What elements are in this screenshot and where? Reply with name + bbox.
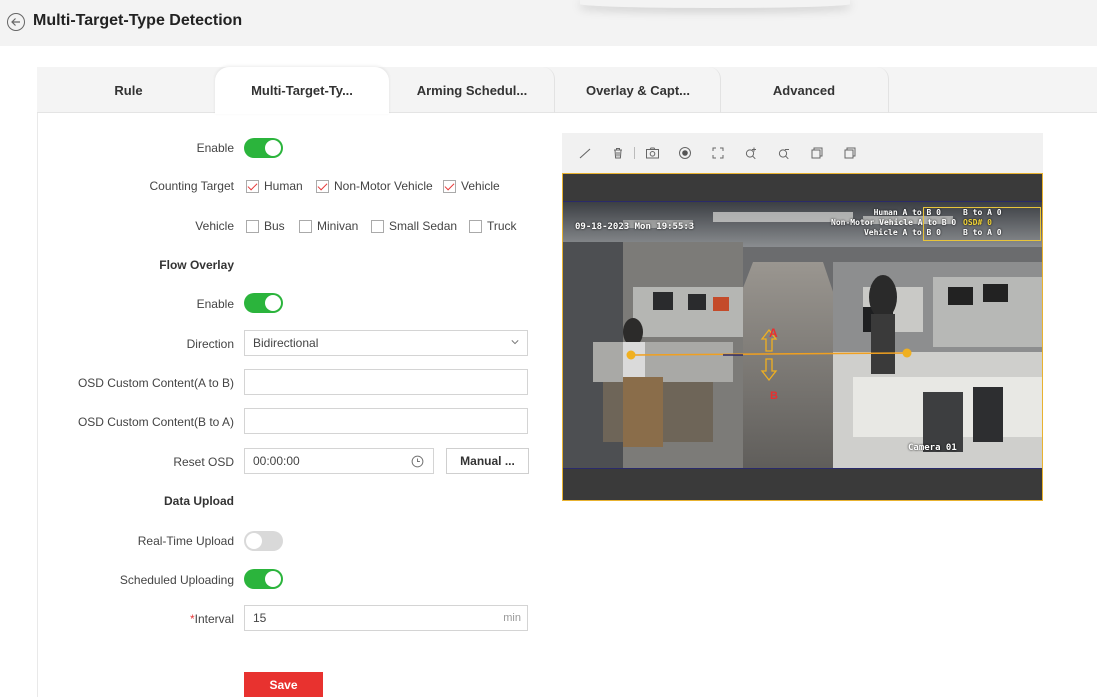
- switch-knob: [246, 533, 262, 549]
- direction-arrow-down: [760, 358, 778, 382]
- tab-multi-target-type[interactable]: Multi-Target-Ty...: [215, 67, 389, 114]
- interval-input[interactable]: 15 min: [244, 605, 528, 631]
- direction-value: Bidirectional: [253, 336, 319, 350]
- reset-osd-value: 00:00:00: [253, 454, 300, 468]
- page-header: Multi-Target-Type Detection: [0, 0, 1097, 46]
- osd-ab-label: OSD Custom Content(A to B): [77, 376, 234, 390]
- tab-divider: [543, 67, 555, 113]
- checkbox-non-motor-vehicle[interactable]: Non-Motor Vehicle: [316, 178, 433, 194]
- tab-arming-schedule[interactable]: Arming Schedul...: [389, 67, 555, 113]
- checkbox-box[interactable]: [469, 219, 482, 233]
- counting-line-overlay[interactable]: [563, 202, 1042, 469]
- zoom-in-icon[interactable]: [740, 142, 762, 164]
- checkbox-human[interactable]: Human: [246, 178, 303, 194]
- tab-divider: [709, 67, 721, 113]
- delete-icon[interactable]: [607, 142, 629, 164]
- checkbox-bus[interactable]: Bus: [246, 218, 285, 234]
- checkbox-label: Bus: [264, 219, 285, 233]
- save-button[interactable]: Save: [244, 672, 323, 697]
- checkbox-truck[interactable]: Truck: [469, 218, 517, 234]
- record-icon[interactable]: [674, 142, 696, 164]
- checkbox-minivan[interactable]: Minivan: [299, 218, 358, 234]
- tab-advanced[interactable]: Advanced: [721, 67, 887, 113]
- checkbox-label: Minivan: [317, 219, 359, 233]
- clock-icon[interactable]: [411, 455, 424, 468]
- window-restore-icon[interactable]: [839, 142, 861, 164]
- preview-toolbar: [562, 133, 1043, 173]
- tab-rule[interactable]: Rule: [37, 67, 220, 113]
- reset-osd-label: Reset OSD: [173, 455, 234, 469]
- reset-osd-time-input[interactable]: 00:00:00: [244, 448, 434, 474]
- counting-target-label: Counting Target: [149, 179, 234, 193]
- interval-label: *Interval: [190, 612, 234, 626]
- toolbar-separator: [634, 147, 635, 159]
- enable-label: Enable: [196, 141, 234, 155]
- interval-value: 15: [253, 611, 267, 625]
- checkbox-label: Vehicle: [461, 179, 500, 193]
- scheduled-upload-switch[interactable]: [244, 569, 283, 589]
- flow-enable-label: Enable: [196, 297, 234, 311]
- scheduled-upload-label: Scheduled Uploading: [119, 573, 234, 587]
- point-b-label: B: [770, 390, 778, 402]
- direction-select[interactable]: Bidirectional: [244, 330, 528, 356]
- content-border: [37, 113, 38, 697]
- zoom-out-icon[interactable]: [773, 142, 795, 164]
- checkbox-vehicle[interactable]: Vehicle: [443, 178, 500, 194]
- camera-video[interactable]: 09-18-2023 Mon 19:55:3 Human A to B 0 No…: [563, 201, 1042, 469]
- checkbox-small-sedan[interactable]: Small Sedan: [371, 218, 457, 234]
- checkbox-box[interactable]: [246, 219, 259, 233]
- flow-enable-switch[interactable]: [244, 293, 283, 313]
- line-endpoint[interactable]: [626, 350, 636, 360]
- interval-unit: min: [503, 612, 521, 624]
- camera-icon[interactable]: [641, 142, 663, 164]
- line-endpoint[interactable]: [902, 348, 912, 358]
- osd-ab-input[interactable]: [244, 369, 528, 395]
- switch-knob: [265, 295, 281, 311]
- realtime-upload-label: Real-Time Upload: [137, 534, 234, 548]
- top-shadow-decoration: [580, 0, 850, 8]
- direction-label: Direction: [186, 337, 234, 351]
- checkbox-label: Non-Motor Vehicle: [334, 179, 433, 193]
- chevron-down-icon: [511, 340, 519, 345]
- realtime-upload-switch[interactable]: [244, 531, 283, 551]
- checkbox-box[interactable]: [316, 179, 329, 193]
- enable-switch[interactable]: [244, 138, 283, 158]
- checkbox-label: Small Sedan: [389, 219, 458, 233]
- vehicle-label: Vehicle: [195, 219, 234, 233]
- back-arrow-icon[interactable]: [7, 13, 25, 31]
- checkbox-label: Human: [264, 179, 303, 193]
- interval-label-text: Interval: [194, 612, 234, 626]
- point-a-label: A: [769, 326, 778, 340]
- tab-bar: Rule Multi-Target-Ty... Arming Schedul..…: [37, 67, 1097, 114]
- page-title: Multi-Target-Type Detection: [33, 12, 243, 29]
- live-view-frame[interactable]: 09-18-2023 Mon 19:55:3 Human A to B 0 No…: [562, 173, 1043, 501]
- switch-knob: [265, 140, 281, 156]
- fullscreen-icon[interactable]: [707, 142, 729, 164]
- switch-knob: [265, 571, 281, 587]
- checkbox-box[interactable]: [443, 179, 456, 193]
- draw-line-icon[interactable]: [574, 142, 596, 164]
- tab-overlay-capture[interactable]: Overlay & Capt...: [555, 67, 721, 113]
- checkbox-box[interactable]: [371, 219, 384, 233]
- tab-divider: [877, 67, 889, 113]
- data-upload-title: Data Upload: [163, 494, 234, 508]
- checkbox-label: Truck: [487, 219, 517, 233]
- checkbox-box[interactable]: [299, 219, 312, 233]
- checkbox-box[interactable]: [246, 179, 259, 193]
- osd-ba-label: OSD Custom Content(B to A): [77, 415, 234, 429]
- manual-reset-button[interactable]: Manual ...: [446, 448, 529, 474]
- osd-ba-input[interactable]: [244, 408, 528, 434]
- window-icon[interactable]: [806, 142, 828, 164]
- flow-overlay-title: Flow Overlay: [159, 258, 234, 272]
